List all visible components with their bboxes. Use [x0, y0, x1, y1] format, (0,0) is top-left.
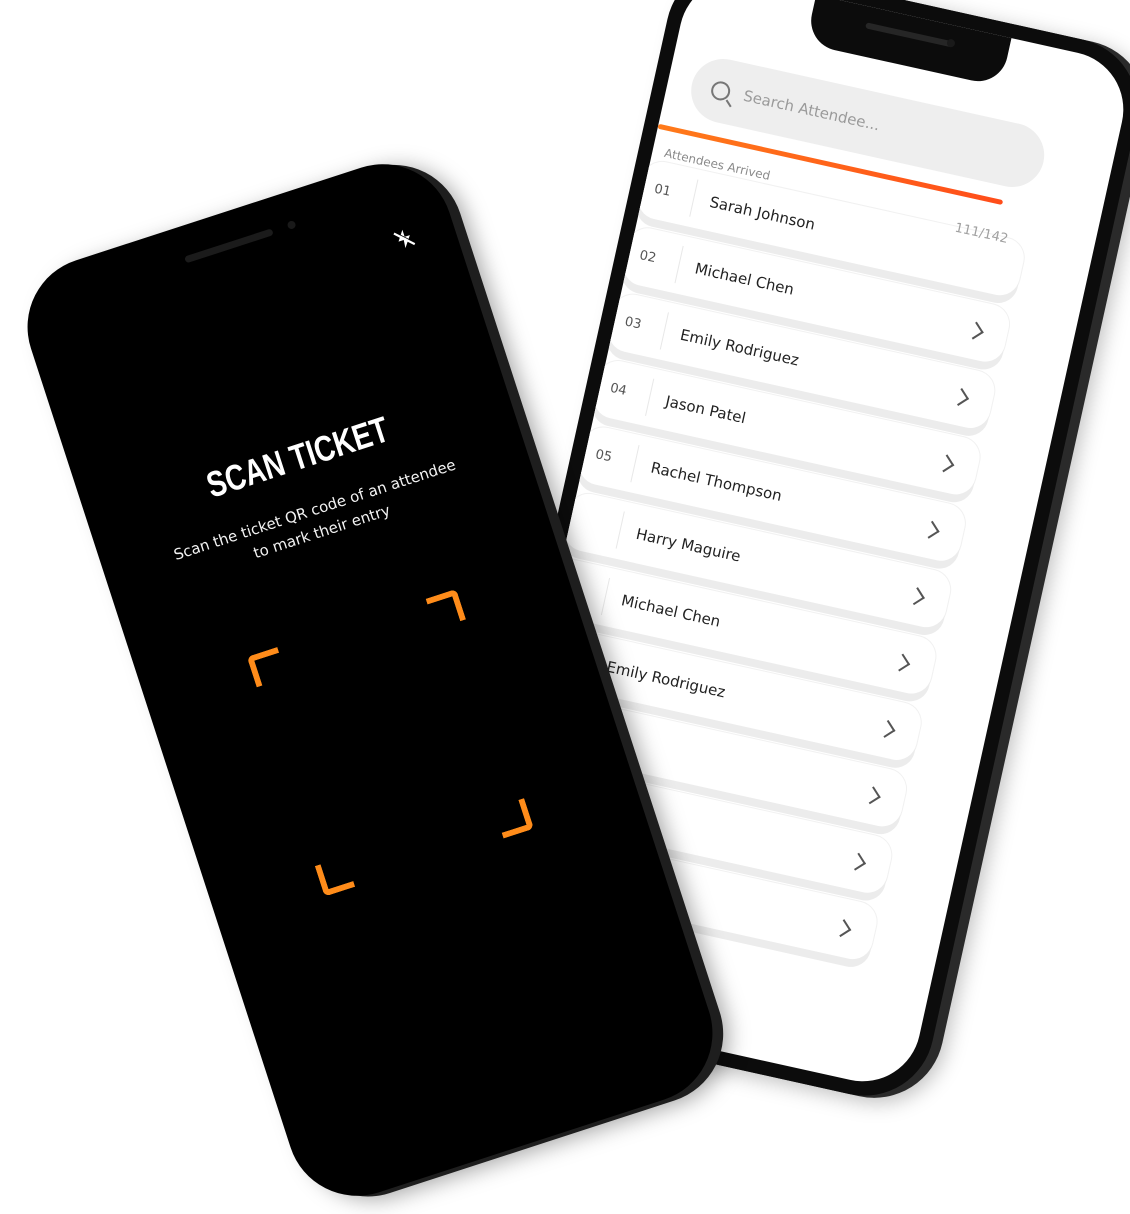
front-camera: [286, 219, 297, 231]
front-camera: [946, 38, 956, 48]
attendee-number: 03: [607, 300, 669, 350]
scan-frame-corner-top-left: [246, 647, 288, 688]
scan-frame-corner-top-right: [425, 588, 466, 630]
flash-off-icon[interactable]: [390, 225, 418, 253]
phone-notch: [805, 0, 1012, 87]
arrival-count: 111/142: [953, 220, 1010, 247]
chevron-right-icon[interactable]: [862, 785, 881, 804]
attendee-number: [562, 499, 625, 549]
attendee-number: 02: [621, 234, 684, 284]
chevron-right-icon[interactable]: [848, 852, 867, 871]
scan-frame-corner-bottom-left: [314, 856, 356, 897]
search-icon: [709, 79, 733, 102]
speaker-grille: [865, 22, 955, 48]
scan-frame-corner-bottom-right: [493, 798, 534, 839]
attendee-number: 05: [577, 433, 640, 483]
attendee-number: 01: [636, 167, 699, 217]
speaker-grille: [184, 228, 274, 264]
search-input[interactable]: Search Attendee...: [742, 87, 882, 135]
attendee-number: 04: [592, 366, 655, 416]
chevron-right-icon[interactable]: [833, 918, 852, 937]
